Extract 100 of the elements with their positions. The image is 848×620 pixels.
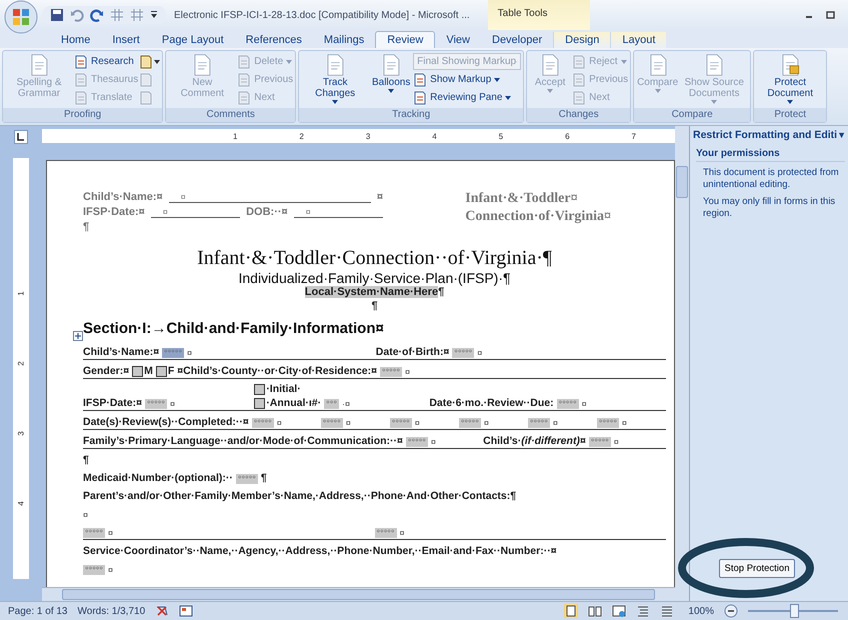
cell-mark: ¤: [187, 348, 192, 358]
form-field[interactable]: °°°°°: [320, 418, 343, 428]
office-logo-icon[interactable]: [4, 0, 38, 34]
form-field[interactable]: °°°°°: [83, 565, 105, 575]
ribbon-tab[interactable]: References: [234, 32, 313, 48]
checkbox[interactable]: [254, 398, 266, 408]
form-field[interactable]: °°°°°: [458, 418, 481, 428]
restore-icon[interactable]: [826, 10, 836, 20]
form-field[interactable]: °°°°°: [144, 399, 167, 409]
form-label: Child’s·(if·different)¤: [483, 435, 586, 447]
ribbon-tab[interactable]: Page Layout: [150, 32, 235, 48]
ribbon-tab[interactable]: Mailings: [312, 32, 376, 48]
checkbox[interactable]: [156, 366, 167, 376]
form-field[interactable]: °°°°°: [588, 437, 611, 447]
form-field[interactable]: °°°°°: [596, 418, 619, 428]
ruler-number: 3: [16, 431, 26, 436]
cell-mark: ·¤: [342, 399, 350, 409]
checkbox-label: M: [144, 365, 153, 377]
ribbon-button[interactable]: Balloons: [370, 53, 412, 93]
window-title: Electronic IFSP-ICI-1-28-13.doc [Compatibility Mode] - Microsoft ...: [174, 10, 470, 20]
form-field[interactable]: °°°: [324, 399, 339, 409]
form-label: Date·of·Birth:¤: [376, 346, 450, 358]
document-icon: [572, 90, 586, 104]
document-icon: [139, 90, 154, 104]
ribbon-tab[interactable]: Insert: [101, 32, 151, 48]
cell-mark: ¤: [346, 418, 351, 428]
document-icon: [74, 54, 88, 68]
stop-protection-button[interactable]: Stop Protection: [718, 558, 796, 578]
group-label: Proofing: [3, 108, 162, 122]
redo-icon[interactable]: [90, 8, 104, 22]
word-count[interactable]: Words: 1/3,710: [78, 606, 146, 616]
form-field[interactable]: °°°°°: [83, 528, 105, 538]
header-label: Child’s·Name:¤: [83, 191, 163, 203]
document-icon: [572, 72, 586, 86]
page-indicator[interactable]: Page: 1 of 13: [8, 606, 68, 616]
ribbon-button[interactable]: Show Markup: [413, 71, 522, 88]
ribbon-button[interactable]: Reviewing Pane: [413, 89, 522, 106]
form-label: ¶: [83, 454, 89, 466]
paragraph-mark: ¶: [438, 286, 444, 298]
tab-selector-icon[interactable]: [14, 130, 28, 144]
document-icon: [74, 90, 88, 104]
ribbon-tab[interactable]: Developer: [481, 32, 554, 48]
form-field[interactable]: °°°°°: [162, 348, 184, 358]
ribbon-tab[interactable]: View: [435, 32, 481, 48]
ribbon-button[interactable]: Protect Document: [756, 53, 824, 104]
reading-icon[interactable]: [588, 604, 602, 618]
document-icon: [237, 54, 252, 68]
form-field[interactable]: °°°°°: [406, 437, 428, 447]
outline-icon[interactable]: [636, 604, 650, 618]
ribbon-button[interactable]: Track Changes: [301, 53, 370, 104]
zoom-level[interactable]: 100%: [688, 606, 714, 616]
ribbon-icon-button[interactable]: [139, 53, 160, 70]
ruler-number: 6: [565, 132, 570, 140]
checkbox[interactable]: [132, 366, 144, 376]
customize-dropdown-icon[interactable]: [150, 10, 158, 20]
zoom-slider-thumb[interactable]: [790, 604, 799, 618]
cell-mark: ¤: [108, 528, 114, 538]
pane-menu-button[interactable]: ▼: [837, 130, 846, 140]
form-field[interactable]: °°°°°: [252, 418, 274, 428]
print-layout-icon[interactable]: [564, 604, 578, 618]
ribbon-tab[interactable]: Home: [50, 32, 102, 48]
horizontal-scrollbar[interactable]: [42, 587, 675, 601]
ribbon-button[interactable]: Research: [74, 53, 138, 70]
cell-mark: ¤: [400, 528, 405, 538]
pane-heading: Your permissions: [696, 148, 845, 162]
checkbox-label: F: [168, 365, 174, 377]
form-field[interactable]: °°°°°: [380, 367, 402, 377]
document-title: Infant·&·Toddler·Connection··of·Virginia·¶: [196, 247, 553, 270]
ribbon-tab[interactable]: Design: [553, 32, 610, 48]
form-label: Child’s·Name:¤: [83, 346, 160, 358]
ribbon-tab[interactable]: Review: [375, 31, 436, 48]
form-label: Family’s·Primary·Language··and/or·Mode·of·Communication:··¤: [83, 435, 403, 447]
group-label: Compare: [634, 108, 750, 122]
form-field[interactable]: °°°°°: [528, 418, 550, 428]
cell-mark: ¤: [276, 418, 282, 428]
group-label: Comments: [166, 108, 296, 122]
form-label: Service·Coordinator’s··Name,··Agency,··Address,··Phone·Number,··Email·and·Fax··Number:··¤: [83, 545, 557, 557]
draft-icon[interactable]: [660, 604, 674, 618]
web-layout-icon[interactable]: [612, 604, 626, 618]
document-icon: [237, 72, 252, 86]
form-field[interactable]: °°°°°: [374, 528, 396, 538]
pane-text: This document is protected from unintentional editing.: [703, 167, 840, 191]
form-field[interactable]: °°°°°: [452, 348, 474, 358]
form-field[interactable]: °°°°°: [390, 418, 412, 428]
proofing-icon[interactable]: [155, 604, 170, 618]
zoom-out-icon[interactable]: [724, 604, 738, 618]
cell-mark: ¤: [552, 418, 558, 428]
table-move-handle-icon[interactable]: [73, 331, 83, 341]
header-label: DOB:··¤: [246, 206, 288, 218]
ribbon-tab[interactable]: Layout: [610, 32, 666, 48]
paragraph-mark: ¶: [371, 300, 378, 312]
checkbox-label: ·Annual·ı#·: [266, 397, 322, 409]
local-system-field[interactable]: Local·System·Name·Here: [304, 286, 438, 298]
ruler-number: 1: [16, 290, 26, 296]
macro-icon[interactable]: [179, 604, 194, 618]
form-field[interactable]: °°°°°: [556, 399, 579, 409]
checkbox[interactable]: [254, 384, 266, 394]
form-field[interactable]: °°°°°: [236, 474, 258, 484]
vertical-scrollbar[interactable]: [675, 126, 689, 601]
save-icon[interactable]: [50, 8, 64, 22]
